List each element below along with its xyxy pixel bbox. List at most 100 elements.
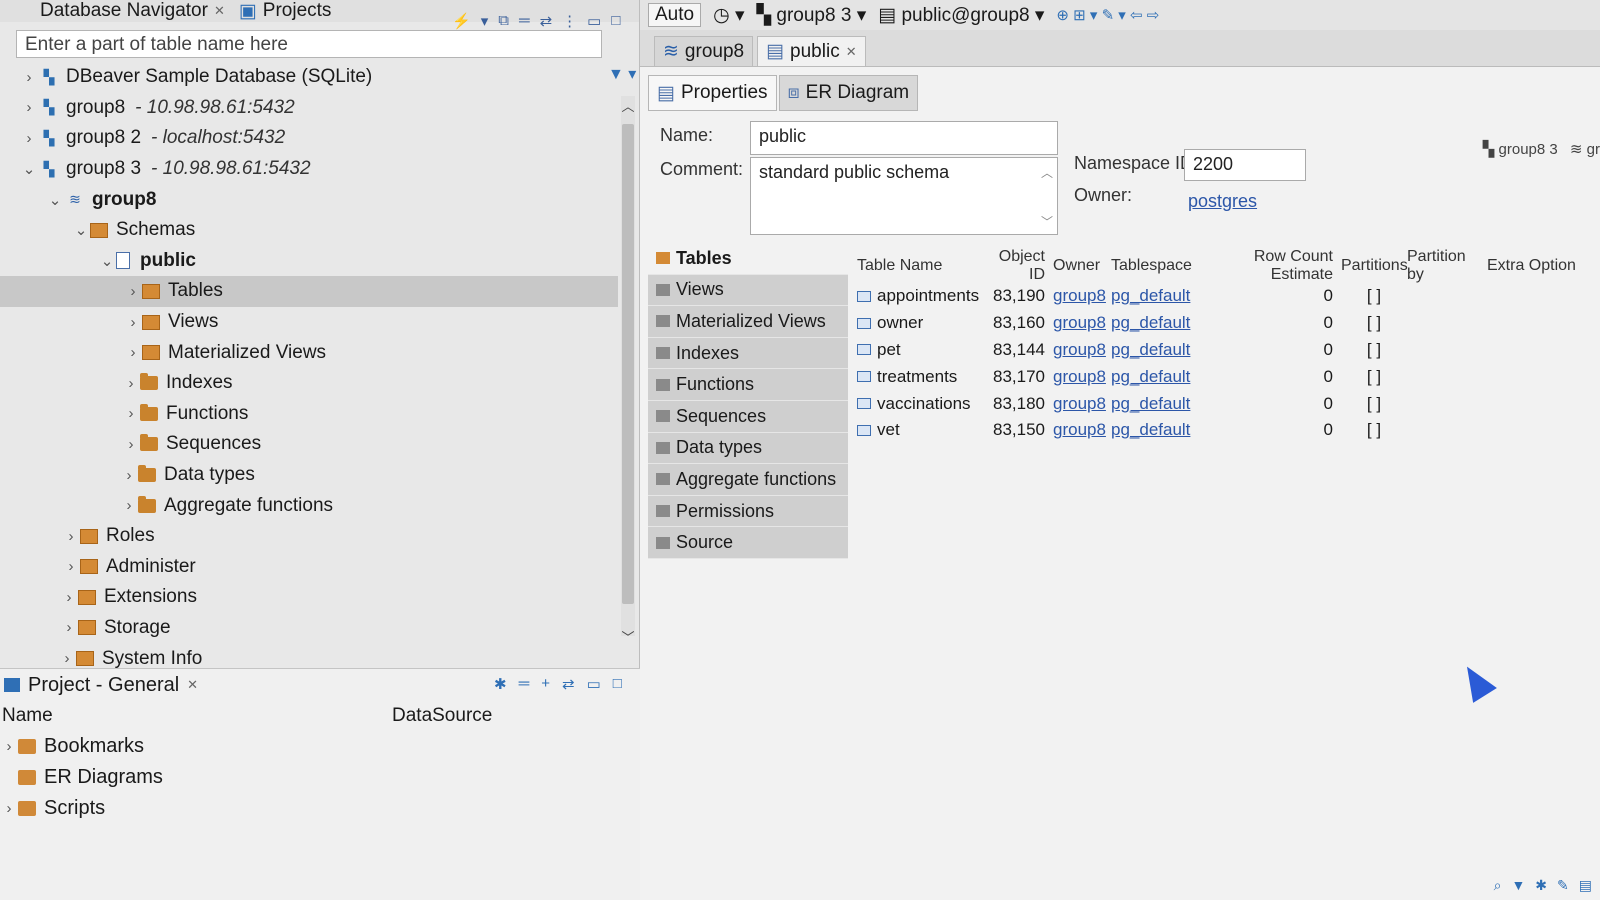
toolbar-actions[interactable]: ⊕ ⊞ ▾ ✎ ▾ ⇦ ⇨ xyxy=(1056,6,1159,24)
tree-item-administer[interactable]: › Administer xyxy=(0,552,618,583)
scroll-up-icon[interactable]: ︿ xyxy=(1041,164,1053,181)
collapse-icon[interactable]: ═ xyxy=(519,675,530,693)
tab-public[interactable]: ▤ public ✕ xyxy=(757,36,866,66)
project-item-er-diagrams[interactable]: ER Diagrams xyxy=(0,762,640,793)
transaction-mode-dropdown[interactable]: Auto xyxy=(648,3,702,27)
tree-item-roles[interactable]: › Roles xyxy=(0,521,618,552)
chevron-right-icon[interactable]: › xyxy=(124,344,142,361)
history-icon[interactable]: ◷ ▾ xyxy=(713,4,744,27)
chevron-down-icon[interactable]: ⌄ xyxy=(98,252,116,270)
maximize-icon[interactable]: □ xyxy=(613,675,622,693)
maximize-icon[interactable]: □ xyxy=(611,12,620,30)
chevron-right-icon[interactable]: › xyxy=(122,375,140,392)
chevron-right-icon[interactable]: › xyxy=(58,650,76,667)
tab-projects[interactable]: ▣ Projects xyxy=(239,0,332,23)
tree-item-functions[interactable]: › Functions xyxy=(0,399,618,430)
column-header-table-name[interactable]: Table Name xyxy=(855,257,981,275)
tab-properties[interactable]: ▤ Properties xyxy=(648,75,777,111)
cell-tablespace-link[interactable]: pg_default xyxy=(1111,394,1190,413)
tree-item-connection[interactable]: › ▚ group8 2 - localhost:5432 xyxy=(0,123,618,154)
cell-tablespace-link[interactable]: pg_default xyxy=(1111,420,1190,439)
chevron-right-icon[interactable]: › xyxy=(20,69,38,86)
chevron-right-icon[interactable]: › xyxy=(0,800,18,817)
search-icon[interactable]: ⌕ xyxy=(1494,877,1502,894)
table-row[interactable]: vet 83,150 group8 pg_default 0 [ ] xyxy=(855,417,1600,444)
list-item-functions[interactable]: Functions xyxy=(648,369,848,401)
column-header-extra-options[interactable]: Extra Option xyxy=(1487,257,1577,275)
tab-group8[interactable]: ≋ group8 xyxy=(654,36,754,66)
chevron-right-icon[interactable]: › xyxy=(124,314,142,331)
column-header-object-id[interactable]: Object ID xyxy=(981,248,1053,284)
navigator-scrollbar[interactable]: ︿ ﹀ xyxy=(621,96,635,645)
tree-item-materialized-views[interactable]: › Materialized Views xyxy=(0,337,618,368)
column-header-partitions[interactable]: Partitions xyxy=(1341,257,1408,275)
column-header-tablespace[interactable]: Tablespace xyxy=(1111,257,1203,275)
list-item-sequences[interactable]: Sequences xyxy=(648,400,848,433)
namespace-id-field[interactable]: 2200 xyxy=(1184,149,1306,181)
scroll-up-icon[interactable]: ︿ xyxy=(621,96,635,115)
tree-item-views[interactable]: › Views xyxy=(0,307,618,338)
list-item-indexes[interactable]: Indexes xyxy=(648,337,848,370)
chevron-right-icon[interactable]: › xyxy=(60,589,78,606)
column-header-partition-by[interactable]: Partition by xyxy=(1407,248,1487,284)
chevron-right-icon[interactable]: › xyxy=(120,467,138,484)
new-connection-icon[interactable]: ⚡ xyxy=(452,12,471,30)
chevron-down-icon[interactable]: ⌄ xyxy=(20,160,38,178)
tree-item-data-types[interactable]: › Data types xyxy=(0,460,618,491)
cell-tablespace-link[interactable]: pg_default xyxy=(1111,286,1190,305)
table-row[interactable]: owner 83,160 group8 pg_default 0 [ ] xyxy=(855,310,1600,337)
minimize-icon[interactable]: ▭ xyxy=(587,675,601,693)
close-icon[interactable]: ✕ xyxy=(214,3,225,19)
chevron-right-icon[interactable]: › xyxy=(122,436,140,453)
owner-link[interactable]: postgres xyxy=(1188,191,1257,212)
column-header-owner[interactable]: Owner xyxy=(1053,257,1111,275)
filter-icon[interactable]: ▼ xyxy=(1511,877,1525,894)
table-row[interactable]: appointments 83,190 group8 pg_default 0 … xyxy=(855,283,1600,310)
tree-item-database[interactable]: ⌄ ≋ group8 xyxy=(0,184,618,215)
list-item-aggregate-functions[interactable]: Aggregate functions xyxy=(648,464,848,496)
cell-owner-link[interactable]: group8 xyxy=(1053,286,1106,305)
tree-item-tables[interactable]: › Tables xyxy=(0,276,618,307)
list-item-data-types[interactable]: Data types xyxy=(648,432,848,465)
chevron-right-icon[interactable]: › xyxy=(120,497,138,514)
name-input[interactable]: public xyxy=(750,121,1058,155)
chevron-right-icon[interactable]: › xyxy=(124,283,142,300)
tab-er-diagram[interactable]: ⧈ ER Diagram xyxy=(778,75,919,111)
cell-owner-link[interactable]: group8 xyxy=(1053,367,1106,386)
list-item-tables[interactable]: Tables xyxy=(648,243,848,275)
chevron-right-icon[interactable]: › xyxy=(60,619,78,636)
gear-icon[interactable]: ✱ xyxy=(1535,877,1547,894)
scroll-down-icon[interactable]: ﹀ xyxy=(621,627,635,646)
column-name[interactable]: Name xyxy=(0,705,392,727)
panel-icon[interactable]: ▤ xyxy=(1579,877,1592,894)
tree-item-connection[interactable]: › ▚ DBeaver Sample Database (SQLite) xyxy=(0,62,618,93)
project-item-bookmarks[interactable]: › Bookmarks xyxy=(0,731,640,762)
list-item-permissions[interactable]: Permissions xyxy=(648,495,848,528)
comment-textarea[interactable]: standard public schema ︿ ﹀ xyxy=(750,157,1058,235)
list-item-materialized-views[interactable]: Materialized Views xyxy=(648,306,848,338)
table-row[interactable]: pet 83,144 group8 pg_default 0 [ ] xyxy=(855,337,1600,364)
close-icon[interactable]: ✕ xyxy=(187,677,198,693)
chevron-down-icon[interactable]: ⌄ xyxy=(46,191,64,209)
schema-selector[interactable]: ▤ public@group8 ▾ xyxy=(878,4,1044,27)
tree-item-storage[interactable]: › Storage xyxy=(0,613,618,644)
tab-database-navigator[interactable]: Database Navigator ✕ xyxy=(40,0,225,22)
column-datasource[interactable]: DataSource xyxy=(392,705,492,727)
cell-owner-link[interactable]: group8 xyxy=(1053,313,1106,332)
tree-item-sequences[interactable]: › Sequences xyxy=(0,429,618,460)
project-item-scripts[interactable]: › Scripts xyxy=(0,793,640,824)
column-header-row-count[interactable]: Row Count Estimate xyxy=(1203,248,1341,284)
link-icon[interactable]: ⇄ xyxy=(562,675,575,693)
tree-item-schema-public[interactable]: ⌄ public xyxy=(0,246,618,277)
tree-item-extensions[interactable]: › Extensions xyxy=(0,582,618,613)
tree-item-connection[interactable]: › ▚ group8 - 10.98.98.61:5432 xyxy=(0,93,618,124)
edit-icon[interactable]: ✎ xyxy=(1557,877,1569,894)
chevron-down-icon[interactable]: ▾ xyxy=(481,12,489,30)
project-title[interactable]: Project - General xyxy=(28,674,179,697)
cell-tablespace-link[interactable]: pg_default xyxy=(1111,340,1190,359)
scrollbar-thumb[interactable] xyxy=(622,124,634,604)
link-editor-icon[interactable]: ⇄ xyxy=(540,12,553,30)
chevron-down-icon[interactable]: ⌄ xyxy=(72,221,90,239)
add-icon[interactable]: + xyxy=(541,675,550,693)
tree-item-indexes[interactable]: › Indexes xyxy=(0,368,618,399)
